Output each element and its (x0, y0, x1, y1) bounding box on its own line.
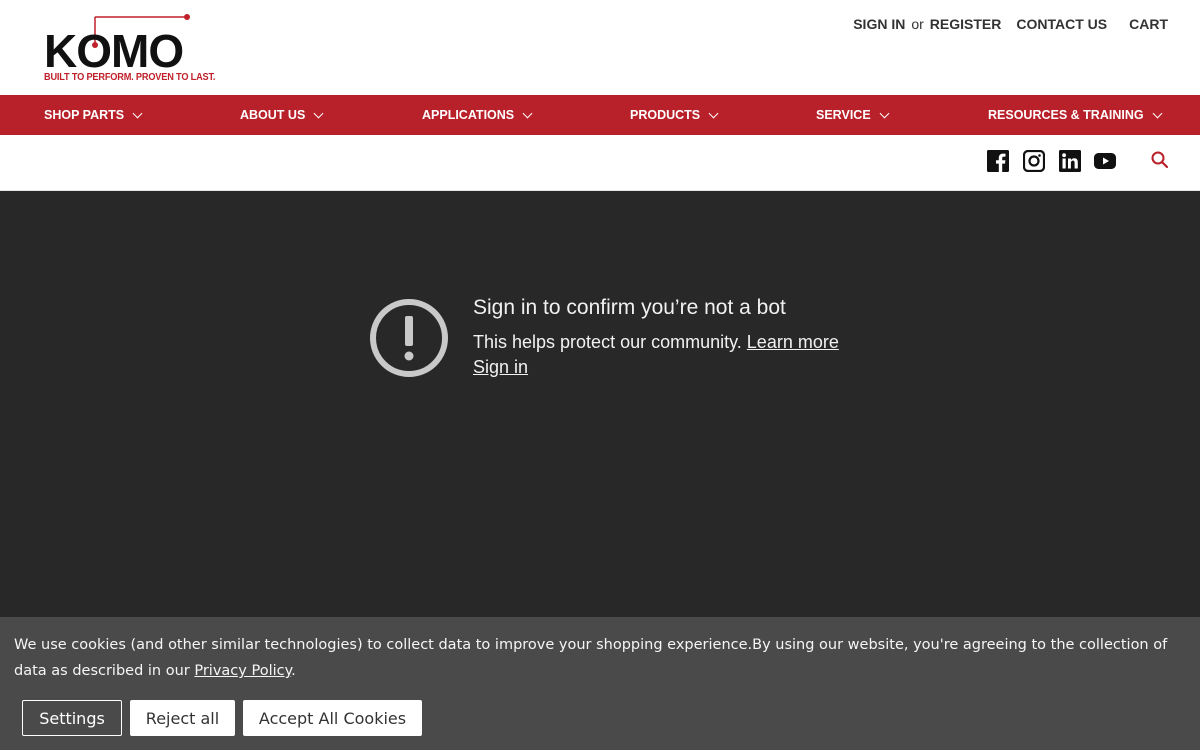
nav-service[interactable]: SERVICE (816, 95, 890, 135)
privacy-policy-link[interactable]: Privacy Policy (194, 663, 291, 679)
logo-wordmark: KOMO (44, 25, 184, 77)
accept-all-cookies-button[interactable]: Accept All Cookies (243, 700, 422, 736)
chevron-down-icon (522, 108, 533, 118)
cookie-banner: We use cookies (and other similar techno… (0, 617, 1200, 750)
linkedin-icon[interactable] (1059, 150, 1081, 172)
main-nav: SHOP PARTS ABOUT US APPLICATIONS PRODUCT… (0, 95, 1200, 135)
warning-icon (370, 299, 448, 377)
reject-all-button[interactable]: Reject all (130, 700, 235, 736)
nav-resources-training[interactable]: RESOURCES & TRAINING (988, 95, 1163, 135)
chevron-down-icon (879, 108, 890, 118)
search-icon[interactable] (1150, 150, 1170, 170)
nav-shop-parts[interactable]: SHOP PARTS (44, 95, 143, 135)
embed-subtitle: This helps protect our community. Learn … (473, 332, 839, 352)
nav-applications[interactable]: APPLICATIONS (422, 95, 533, 135)
register-link[interactable]: REGISTER (930, 16, 1002, 32)
site-header: KOMO BUILT TO PERFORM. PROVEN TO LAST. S… (0, 0, 1200, 95)
cookie-message: We use cookies (and other similar techno… (14, 637, 1168, 679)
cookie-settings-button[interactable]: Settings (22, 700, 122, 736)
embed-sign-in-link[interactable]: Sign in (473, 357, 528, 378)
komo-logo[interactable]: KOMO BUILT TO PERFORM. PROVEN TO LAST. (44, 14, 216, 86)
video-embed (0, 191, 1200, 617)
logo-tagline: BUILT TO PERFORM. PROVEN TO LAST. (44, 72, 216, 83)
contact-us-link[interactable]: CONTACT US (1016, 16, 1107, 32)
or-text: or (911, 16, 924, 32)
social-bar (0, 135, 1200, 191)
chevron-down-icon (132, 108, 143, 118)
nav-products[interactable]: PRODUCTS (630, 95, 719, 135)
chevron-down-icon (313, 108, 324, 118)
chevron-down-icon (1152, 108, 1163, 118)
facebook-icon[interactable] (987, 150, 1009, 172)
cart-link[interactable]: CART (1129, 16, 1168, 32)
nav-about-us[interactable]: ABOUT US (240, 95, 324, 135)
youtube-icon[interactable] (1094, 150, 1116, 172)
account-links: SIGN IN or REGISTER CONTACT US CART (853, 16, 1168, 32)
embed-title: Sign in to confirm you’re not a bot (473, 296, 786, 319)
learn-more-link[interactable]: Learn more (747, 332, 839, 352)
sign-in-link[interactable]: SIGN IN (853, 16, 905, 32)
chevron-down-icon (708, 108, 719, 118)
instagram-icon[interactable] (1023, 150, 1045, 172)
